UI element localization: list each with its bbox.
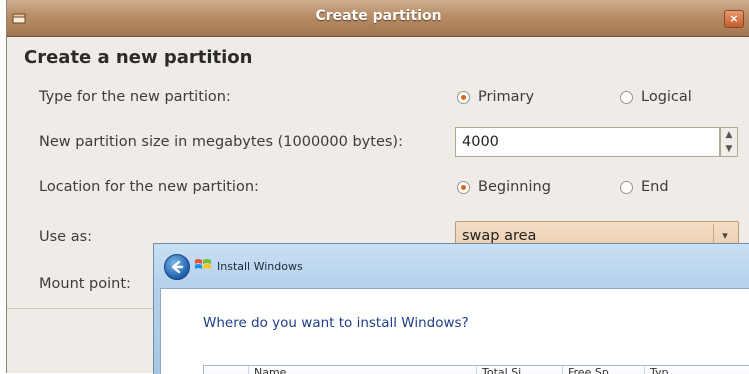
install-location-question: Where do you want to install Windows? bbox=[203, 315, 469, 331]
install-windows-window: Install Windows Where do you want to ins… bbox=[153, 243, 749, 374]
windows-logo-icon bbox=[195, 259, 211, 269]
radio-beginning-selected-icon bbox=[457, 180, 470, 194]
spin-up-icon[interactable]: ▲ bbox=[721, 128, 737, 142]
installer-title: Install Windows bbox=[217, 260, 303, 273]
radio-beginning[interactable]: Beginning bbox=[457, 179, 551, 195]
back-arrow-glyph bbox=[171, 260, 184, 274]
back-arrow-icon[interactable] bbox=[164, 254, 190, 280]
use-as-label: Use as: bbox=[39, 229, 93, 245]
close-button[interactable]: × bbox=[724, 10, 744, 28]
size-input[interactable]: 4000 bbox=[455, 127, 720, 157]
radio-end[interactable]: End bbox=[620, 179, 669, 195]
radio-logical-icon bbox=[620, 90, 633, 104]
radio-logical-label: Logical bbox=[641, 89, 692, 105]
spin-down-icon[interactable]: ▼ bbox=[721, 142, 737, 156]
radio-primary-label: Primary bbox=[478, 89, 535, 105]
radio-logical[interactable]: Logical bbox=[620, 89, 692, 105]
radio-beginning-label: Beginning bbox=[478, 179, 551, 195]
radio-primary[interactable]: Primary bbox=[457, 89, 534, 105]
title-bar[interactable]: Create partition × bbox=[7, 0, 749, 37]
radio-primary-selected-icon bbox=[457, 90, 470, 104]
dialog-heading: Create a new partition bbox=[24, 47, 253, 68]
radio-end-icon bbox=[620, 180, 633, 194]
mount-point-label: Mount point: bbox=[39, 276, 131, 292]
window-title: Create partition bbox=[315, 8, 442, 24]
installer-content: Where do you want to install Windows? Na… bbox=[160, 288, 749, 374]
size-label: New partition size in megabytes (1000000… bbox=[39, 134, 403, 150]
size-spinner[interactable]: ▲ ▼ bbox=[720, 127, 738, 157]
type-label: Type for the new partition: bbox=[39, 89, 231, 105]
radio-end-label: End bbox=[641, 179, 669, 195]
use-as-value: swap area bbox=[462, 228, 537, 244]
location-label: Location for the new partition: bbox=[39, 179, 259, 195]
